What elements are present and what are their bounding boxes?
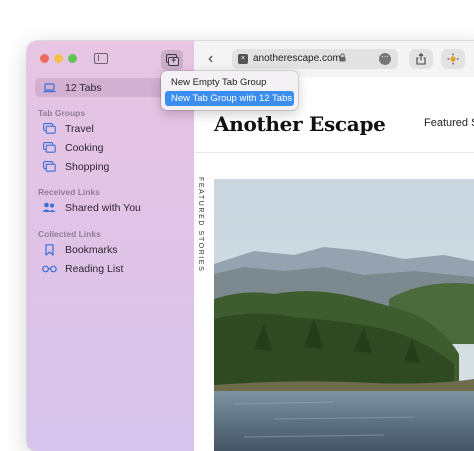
new-tab-group-menu: New Empty Tab Group New Tab Group with 1… [161, 71, 298, 110]
sidebar-item-bookmarks[interactable]: Bookmarks [35, 240, 185, 259]
share-icon[interactable] [409, 49, 433, 69]
url-text: anotherescape.com [253, 53, 341, 64]
sidebar-item-label: Shared with You [65, 201, 141, 214]
menu-item-new-tab-group-with-tabs[interactable]: New Tab Group with 12 Tabs [165, 91, 294, 106]
sidebar-item-shared-with-you[interactable]: Shared with You [35, 198, 185, 217]
sidebar-toggle-icon[interactable] [94, 53, 108, 64]
menu-item-new-empty-tab-group[interactable]: New Empty Tab Group [165, 75, 294, 90]
back-chevron-icon[interactable]: ‹ [208, 51, 213, 67]
sidebar-item-label: Travel [65, 122, 94, 135]
sidebar-item-travel[interactable]: Travel [35, 119, 185, 138]
tab-group-icon [41, 161, 57, 172]
sidebar-item-label: Bookmarks [65, 243, 118, 256]
site-logo[interactable]: Another Escape [214, 112, 386, 136]
close-window-button[interactable] [40, 54, 49, 63]
site-favicon-icon: × [238, 54, 248, 64]
sidebar-item-label: 12 Tabs [65, 81, 102, 94]
sidebar-item-label: Shopping [65, 160, 110, 173]
sidebar-item-label: Cooking [65, 141, 104, 154]
hero-landscape-image[interactable] [214, 179, 474, 451]
extension-icon[interactable] [441, 49, 465, 69]
featured-stories-label: Featured Stories [197, 177, 204, 273]
address-bar[interactable]: × anotherescape.com ⋯ [232, 49, 398, 69]
section-heading-tab-groups: Tab Groups [38, 108, 86, 118]
section-heading-collected-links: Collected Links [38, 229, 101, 239]
minimize-window-button[interactable] [54, 54, 63, 63]
bookmark-icon [41, 243, 57, 256]
more-options-icon[interactable]: ⋯ [379, 53, 391, 65]
zoom-window-button[interactable] [68, 54, 77, 63]
lock-icon [339, 53, 346, 64]
header-divider [194, 152, 474, 153]
people-icon [41, 202, 57, 213]
tab-group-icon [41, 142, 57, 153]
sidebar-item-label: Reading List [65, 262, 124, 275]
nav-link-featured[interactable]: Featured S [424, 117, 474, 129]
sidebar-item-shopping[interactable]: Shopping [35, 157, 185, 176]
laptop-icon [41, 82, 57, 93]
section-heading-received-links: Received Links [38, 187, 100, 197]
sidebar-item-reading-list[interactable]: Reading List [35, 259, 185, 278]
sidebar-item-cooking[interactable]: Cooking [35, 138, 185, 157]
plus-icon: + [171, 55, 177, 65]
glasses-icon [41, 265, 57, 273]
tab-group-icon [41, 123, 57, 134]
new-tab-group-button[interactable]: + [161, 50, 183, 70]
web-content: Another Escape Featured S Featured Stori… [194, 77, 474, 451]
